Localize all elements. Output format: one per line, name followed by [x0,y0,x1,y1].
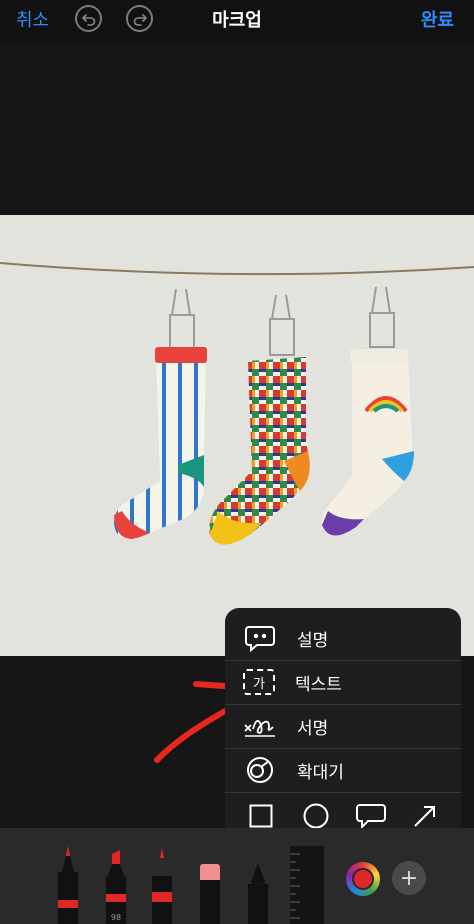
add-button[interactable]: + [392,861,426,895]
menu-item-label: 서명 [297,718,329,739]
marker-tool[interactable]: 98 [104,844,128,924]
eraser-tool[interactable] [198,844,222,924]
markup-toolbar: 98 + [0,828,474,924]
pen-tool[interactable] [56,844,80,924]
ruler-tool[interactable] [290,846,324,924]
lasso-tool[interactable] [246,844,270,924]
circle-icon [303,803,329,829]
marker-width-label: 98 [111,913,121,922]
signature-icon [243,711,277,741]
text-box-icon: 가 [243,669,275,695]
menu-item-description[interactable]: 설명 [225,617,461,659]
selected-color-swatch [352,868,374,890]
divider [225,792,461,793]
speech-bubble-quote-icon [243,623,277,653]
menu-item-magnifier[interactable]: 확대기 [225,749,461,791]
color-picker-button[interactable] [346,862,380,896]
arrow-icon [414,806,435,827]
menu-item-label: 확대기 [297,762,344,783]
menu-item-signature[interactable]: 서명 [225,705,461,747]
speech-bubble-icon [356,804,386,829]
menu-item-text[interactable]: 가 텍스트 [225,661,461,703]
text-box-icon-glyph: 가 [253,676,265,692]
markup-add-menu: 설명 가 텍스트 서명 확대기 [225,608,461,848]
pencil-tool[interactable] [150,844,174,924]
magnifier-icon [243,755,277,785]
menu-item-label: 설명 [297,630,329,651]
square-icon [249,804,273,828]
menu-item-label: 텍스트 [295,674,342,695]
